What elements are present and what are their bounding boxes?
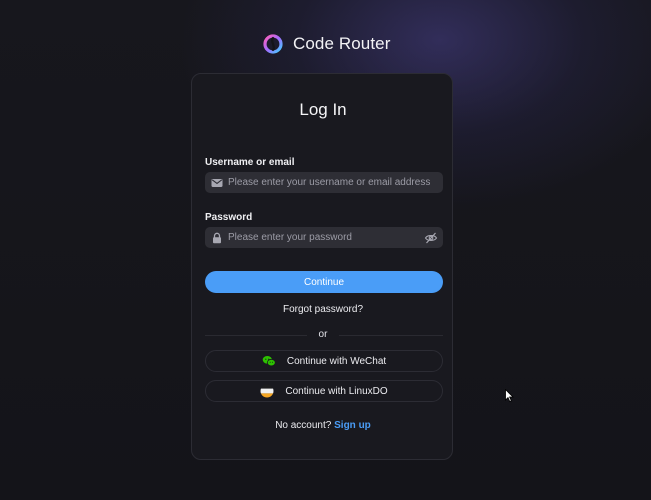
login-card: Log In Username or email Password xyxy=(191,73,453,460)
signup-prompt: No account? Sign up xyxy=(192,420,454,431)
password-label: Password xyxy=(205,212,253,223)
wechat-button-label: Continue with WeChat xyxy=(286,355,387,367)
username-field[interactable] xyxy=(205,172,443,193)
continue-with-wechat-button[interactable]: Continue with WeChat xyxy=(205,350,443,372)
linuxdo-button-label: Continue with LinuxDO xyxy=(285,385,388,397)
username-input[interactable] xyxy=(228,172,443,193)
linuxdo-icon xyxy=(260,384,274,398)
sign-up-link[interactable]: Sign up xyxy=(334,420,371,431)
brand-header: Code Router xyxy=(262,30,391,58)
wechat-icon xyxy=(262,354,276,368)
username-label: Username or email xyxy=(205,157,295,168)
code-router-logo-icon xyxy=(262,33,284,55)
forgot-password-link[interactable]: Forgot password? xyxy=(192,304,454,315)
continue-with-linuxdo-button[interactable]: Continue with LinuxDO xyxy=(205,380,443,402)
brand-name: Code Router xyxy=(293,34,391,53)
divider-or-label: or xyxy=(307,329,339,340)
mail-icon xyxy=(211,177,223,189)
password-field[interactable] xyxy=(205,227,443,248)
no-account-text: No account? xyxy=(275,420,332,431)
lock-icon xyxy=(211,232,223,244)
page-title: Log In xyxy=(299,100,347,119)
eye-off-icon[interactable] xyxy=(424,231,438,245)
mouse-pointer-icon xyxy=(505,389,514,402)
password-input[interactable] xyxy=(228,227,424,248)
continue-button[interactable]: Continue xyxy=(205,271,443,293)
